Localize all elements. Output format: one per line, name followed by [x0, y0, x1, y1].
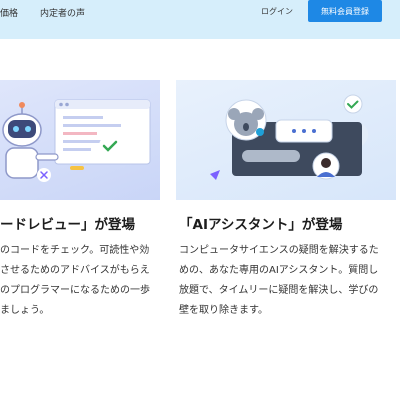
- description-line: のコードをチェック。可読性や効: [0, 245, 150, 256]
- nav-link-testimonials[interactable]: 内定者の声: [40, 6, 85, 19]
- code-review-title: ードレビュー」が登場: [0, 217, 135, 233]
- description-line: のプログラマーになるための一歩: [0, 285, 150, 296]
- nav-link-pricing[interactable]: 価格: [0, 6, 18, 19]
- description-line: コンピュータサイエンスの疑問を解決するた: [179, 245, 379, 256]
- description-line: 壁を取り除きます。: [179, 305, 268, 316]
- code-review-illustration: [0, 80, 160, 200]
- description-line: させるためのアドバイスがもらえ: [0, 265, 150, 276]
- ai-assistant-title: 「AIアシスタント」が登場: [179, 217, 343, 233]
- site-header: 価格 内定者の声 ログイン 無料会員登録: [0, 0, 400, 39]
- description-line: 放題で、タイムリーに疑問を解決し、学びの: [179, 285, 379, 296]
- code-review-description: のコードをチェック。可読性や効 させるためのアドバイスがもらえ のプログラマーに…: [0, 241, 168, 321]
- robot-reviewer-icon: [2, 99, 151, 182]
- description-line: ましょう。: [0, 305, 50, 316]
- ai-chat-icon: ?: [210, 94, 373, 192]
- signup-button[interactable]: 無料会員登録: [308, 0, 382, 22]
- login-link[interactable]: ログイン: [261, 6, 293, 17]
- ai-assistant-illustration: ?: [176, 80, 396, 200]
- ai-assistant-description: コンピュータサイエンスの疑問を解決するた めの、あなた専用のAIアシスタント。質…: [179, 241, 394, 321]
- description-line: めの、あなた専用のAIアシスタント。質問し: [179, 265, 379, 276]
